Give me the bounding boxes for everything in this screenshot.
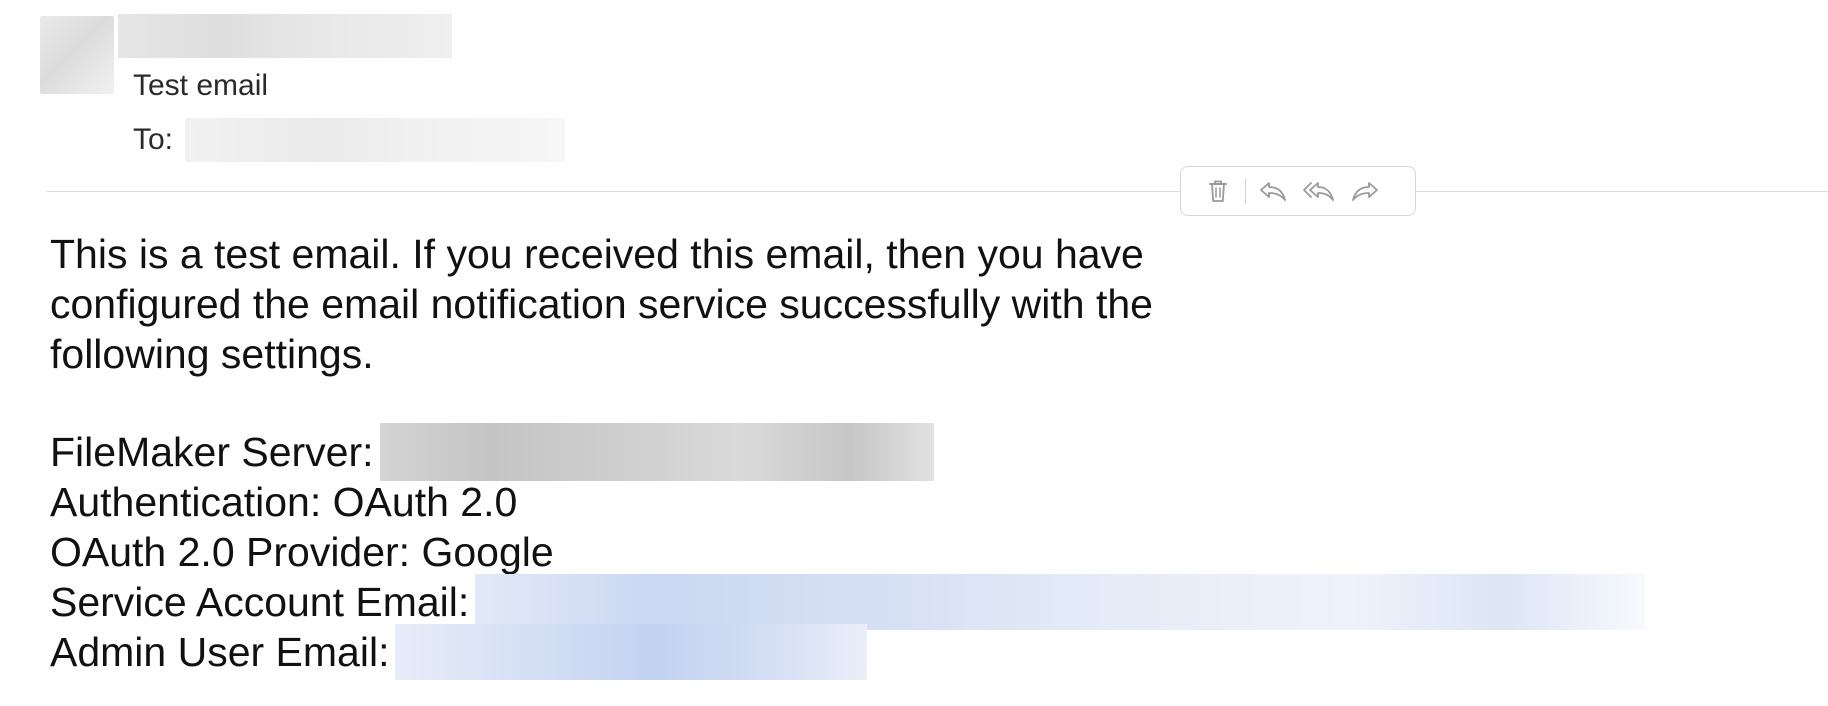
to-label: To: bbox=[133, 123, 174, 156]
delete-button[interactable] bbox=[1195, 171, 1241, 211]
setting-admin-user-email: Admin User Email: bbox=[50, 624, 1750, 680]
setting-value: OAuth 2.0 bbox=[332, 479, 518, 525]
intro-paragraph: This is a test email. If you received th… bbox=[50, 231, 1153, 377]
setting-value: Google bbox=[421, 529, 554, 575]
reply-all-button[interactable] bbox=[1296, 171, 1342, 211]
reply-all-icon bbox=[1302, 179, 1336, 203]
server-address-redacted bbox=[379, 423, 934, 481]
toolbar-separator bbox=[1245, 178, 1246, 204]
forward-icon bbox=[1350, 179, 1380, 203]
setting-oauth-provider: OAuth 2.0 Provider: Google bbox=[50, 527, 1750, 577]
email-subject: Test email bbox=[133, 69, 269, 102]
setting-filemaker-server: FileMaker Server: bbox=[50, 423, 1750, 481]
email-body: This is a test email. If you received th… bbox=[50, 229, 1750, 680]
setting-label: Service Account Email: bbox=[50, 579, 470, 625]
service-account-email-redacted bbox=[475, 574, 1646, 630]
setting-label: Admin User Email: bbox=[50, 629, 390, 675]
forward-button[interactable] bbox=[1342, 171, 1388, 211]
header-divider bbox=[46, 191, 1828, 192]
trash-icon bbox=[1207, 178, 1229, 204]
admin-email-redacted bbox=[395, 624, 868, 680]
reply-icon bbox=[1258, 179, 1288, 203]
settings-list: FileMaker Server: Authentication: OAuth … bbox=[50, 423, 1750, 680]
setting-service-account-email: Service Account Email: bbox=[50, 574, 1750, 630]
setting-label: FileMaker Server: bbox=[50, 429, 374, 475]
setting-label: Authentication: bbox=[50, 479, 322, 525]
sender-name-redacted bbox=[118, 14, 452, 58]
sender-avatar-redacted bbox=[40, 16, 114, 94]
reply-button[interactable] bbox=[1250, 171, 1296, 211]
message-action-toolbar bbox=[1180, 166, 1416, 216]
setting-label: OAuth 2.0 Provider: bbox=[50, 529, 411, 575]
recipient-address-redacted bbox=[185, 118, 566, 162]
setting-authentication: Authentication: OAuth 2.0 bbox=[50, 477, 1750, 527]
email-view: Test email To: This is a test email. If … bbox=[0, 0, 1828, 706]
recipient-row: To: bbox=[133, 118, 566, 162]
